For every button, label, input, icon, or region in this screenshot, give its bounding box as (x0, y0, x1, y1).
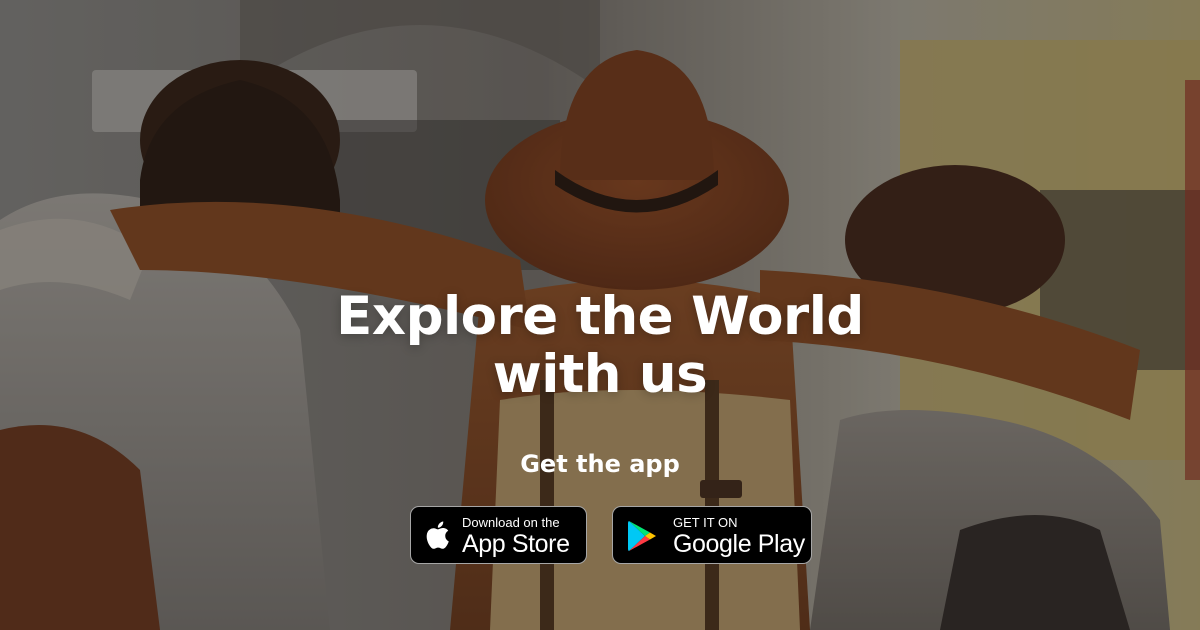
headline-line-1: Explore the World (336, 286, 864, 347)
apple-logo-icon (426, 521, 449, 549)
app-store-big-text: App Store (462, 530, 570, 558)
google-play-button[interactable]: GET IT ON Google Play (612, 506, 812, 564)
get-app-label: Get the app (520, 450, 680, 478)
hero-headline: Explore the World with us (0, 288, 1200, 404)
hero-banner: Explore the World with us Get the app Do… (0, 0, 1200, 630)
app-store-small-text: Download on the (462, 515, 560, 530)
google-play-small-text: GET IT ON (673, 515, 738, 530)
google-play-icon (628, 521, 656, 551)
headline-line-2: with us (492, 344, 708, 405)
google-play-big-text: Google Play (673, 530, 805, 558)
app-store-button[interactable]: Download on the App Store (410, 506, 587, 564)
hero-content: Explore the World with us Get the app Do… (0, 0, 1200, 630)
